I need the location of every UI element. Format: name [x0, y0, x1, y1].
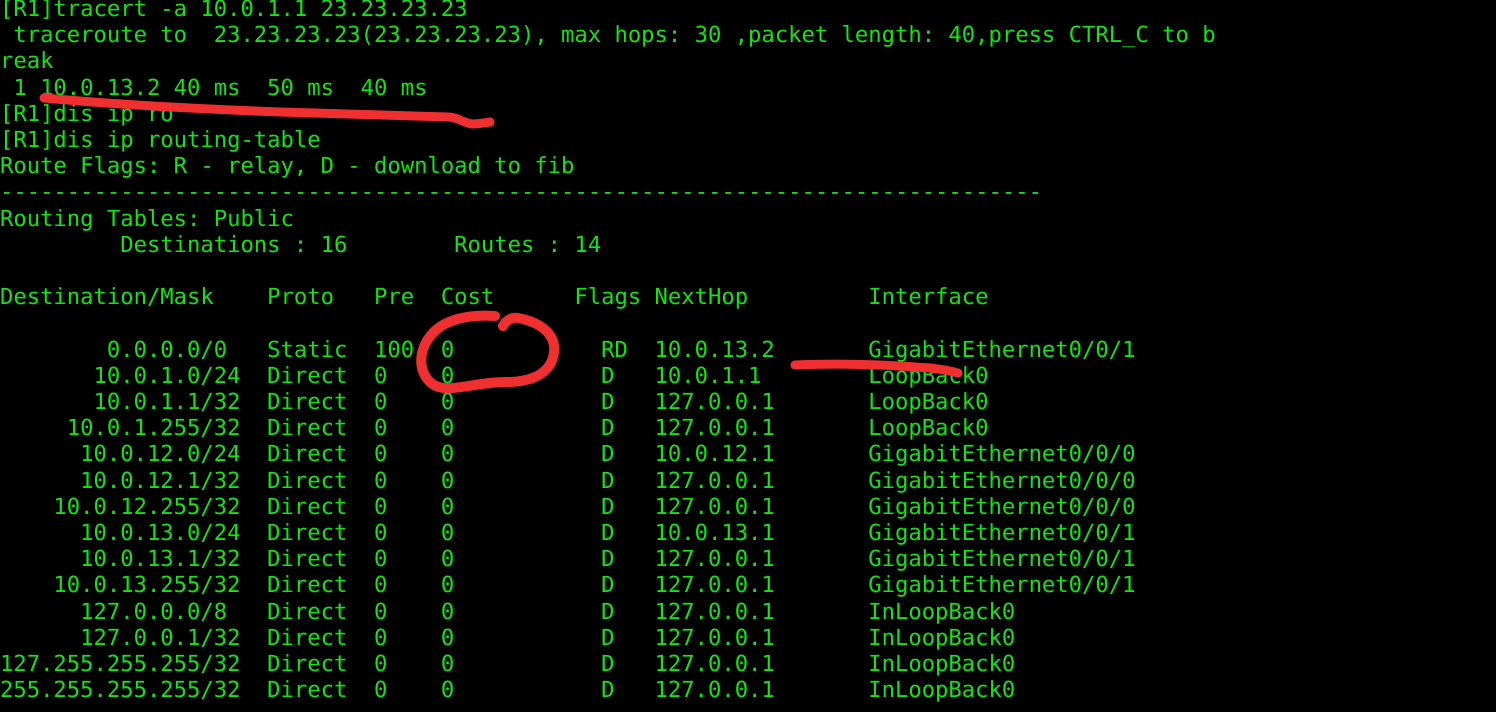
terminal-output: [R1]tracert -a 10.0.1.1 23.23.23.23 trac…: [0, 0, 1216, 704]
terminal-window[interactable]: [R1]tracert -a 10.0.1.1 23.23.23.23 trac…: [0, 0, 1496, 712]
